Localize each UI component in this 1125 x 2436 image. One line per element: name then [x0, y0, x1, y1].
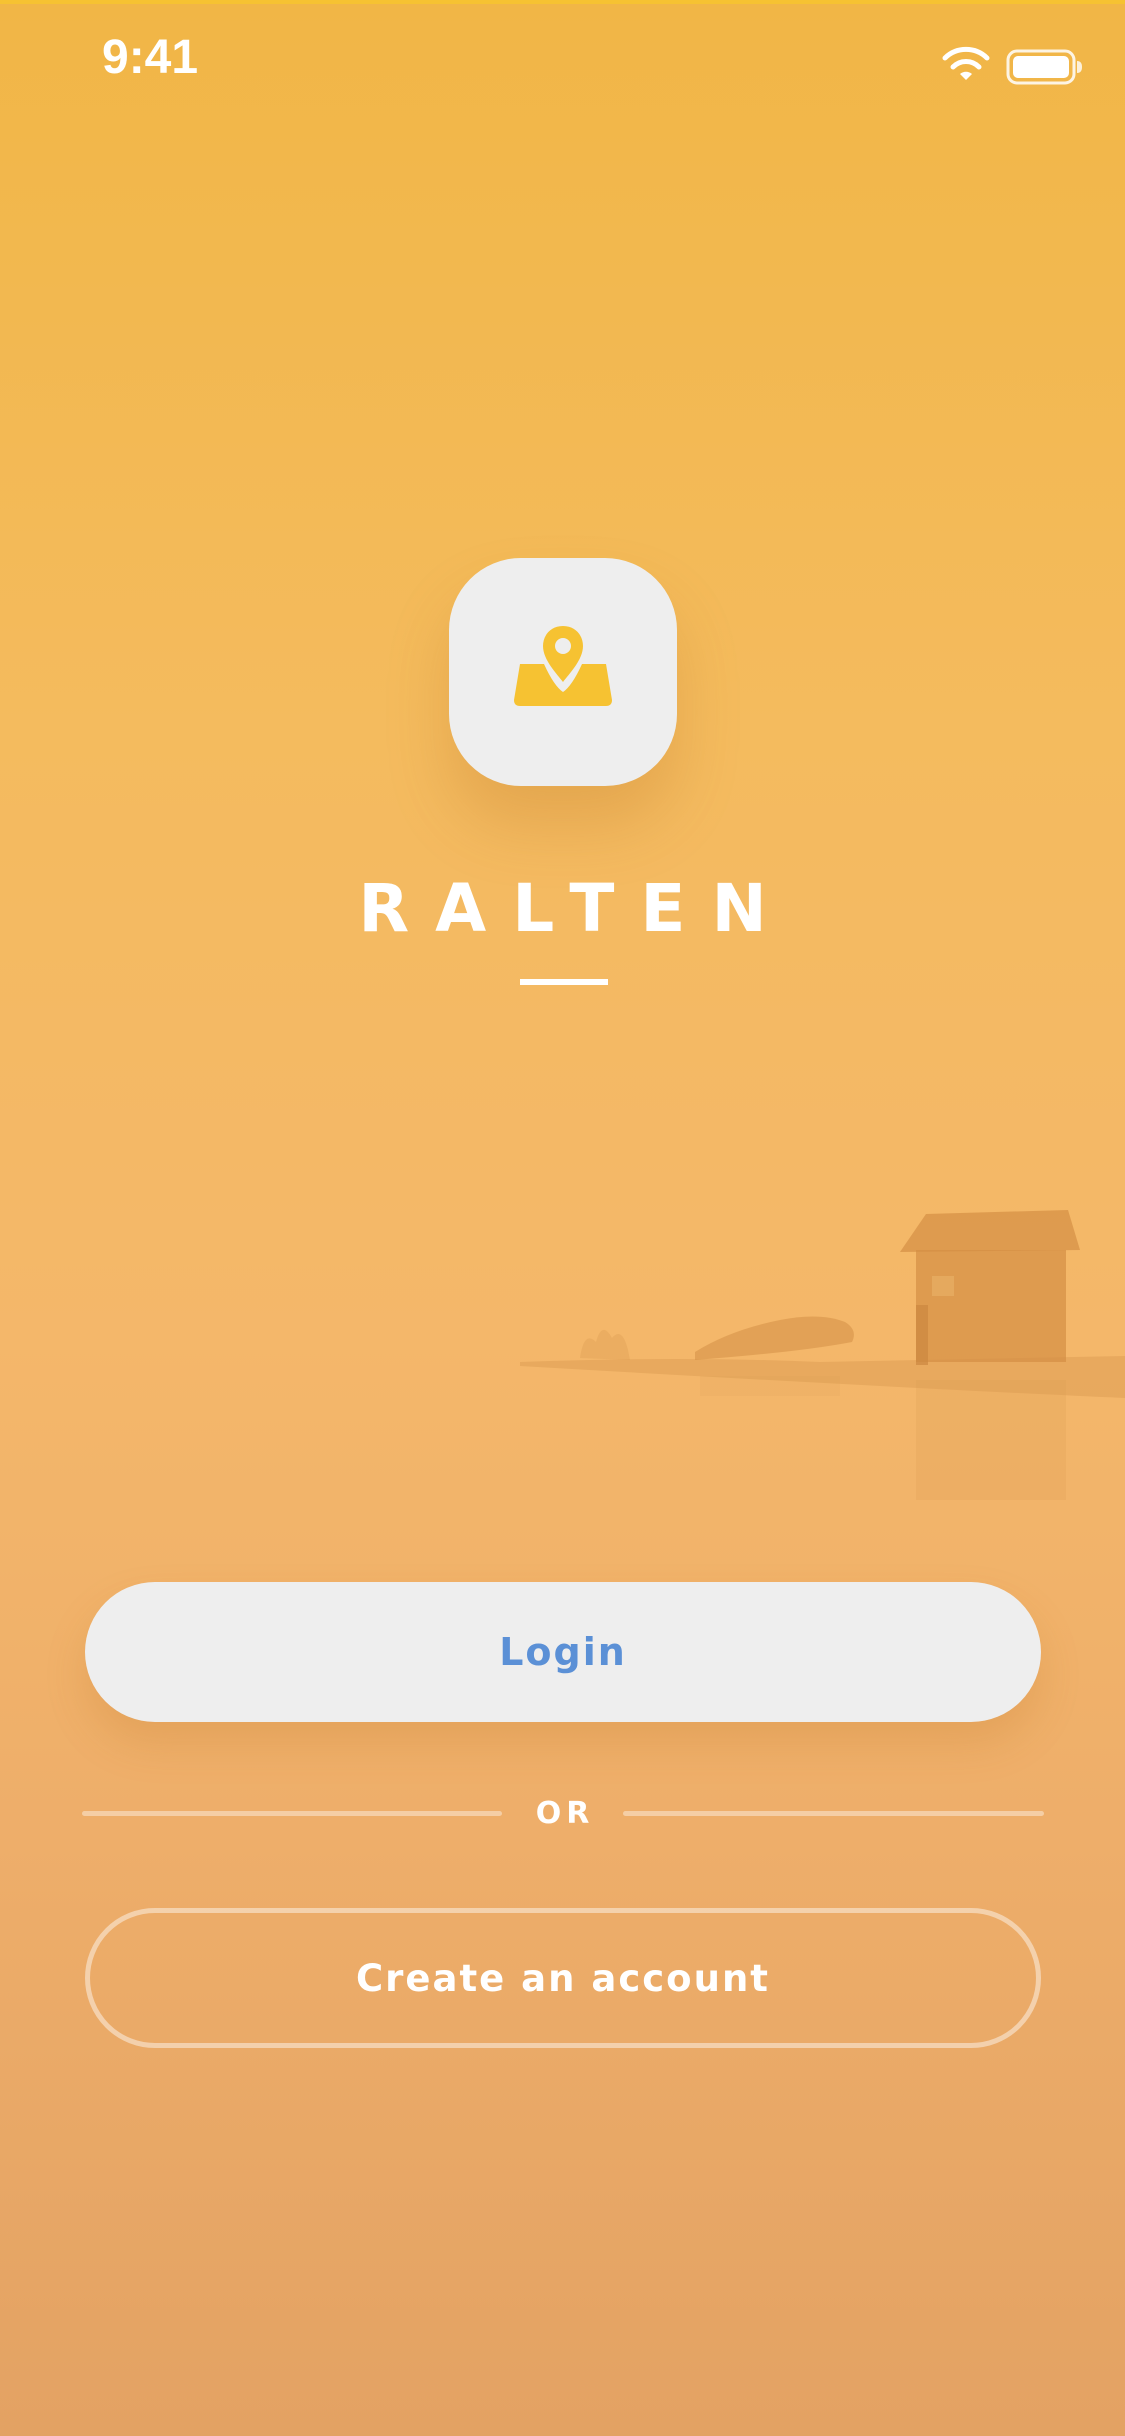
create-account-button[interactable]: Create an account [85, 1908, 1041, 2048]
status-time: 9:41 [102, 31, 199, 84]
brand-underline [520, 979, 608, 985]
divider-left [82, 1811, 502, 1816]
wifi-icon [942, 46, 990, 80]
map-pin-icon [514, 626, 612, 706]
lake-scenery-illustration [520, 1210, 1125, 1500]
welcome-screen: 9:41 RALTEN Login OR Create an account [0, 0, 1125, 2436]
brand-name: RALTEN [358, 870, 793, 947]
divider-right [623, 1811, 1044, 1816]
or-separator-label: OR [535, 1796, 595, 1831]
battery-icon [1006, 49, 1082, 85]
login-button[interactable]: Login [85, 1582, 1041, 1722]
